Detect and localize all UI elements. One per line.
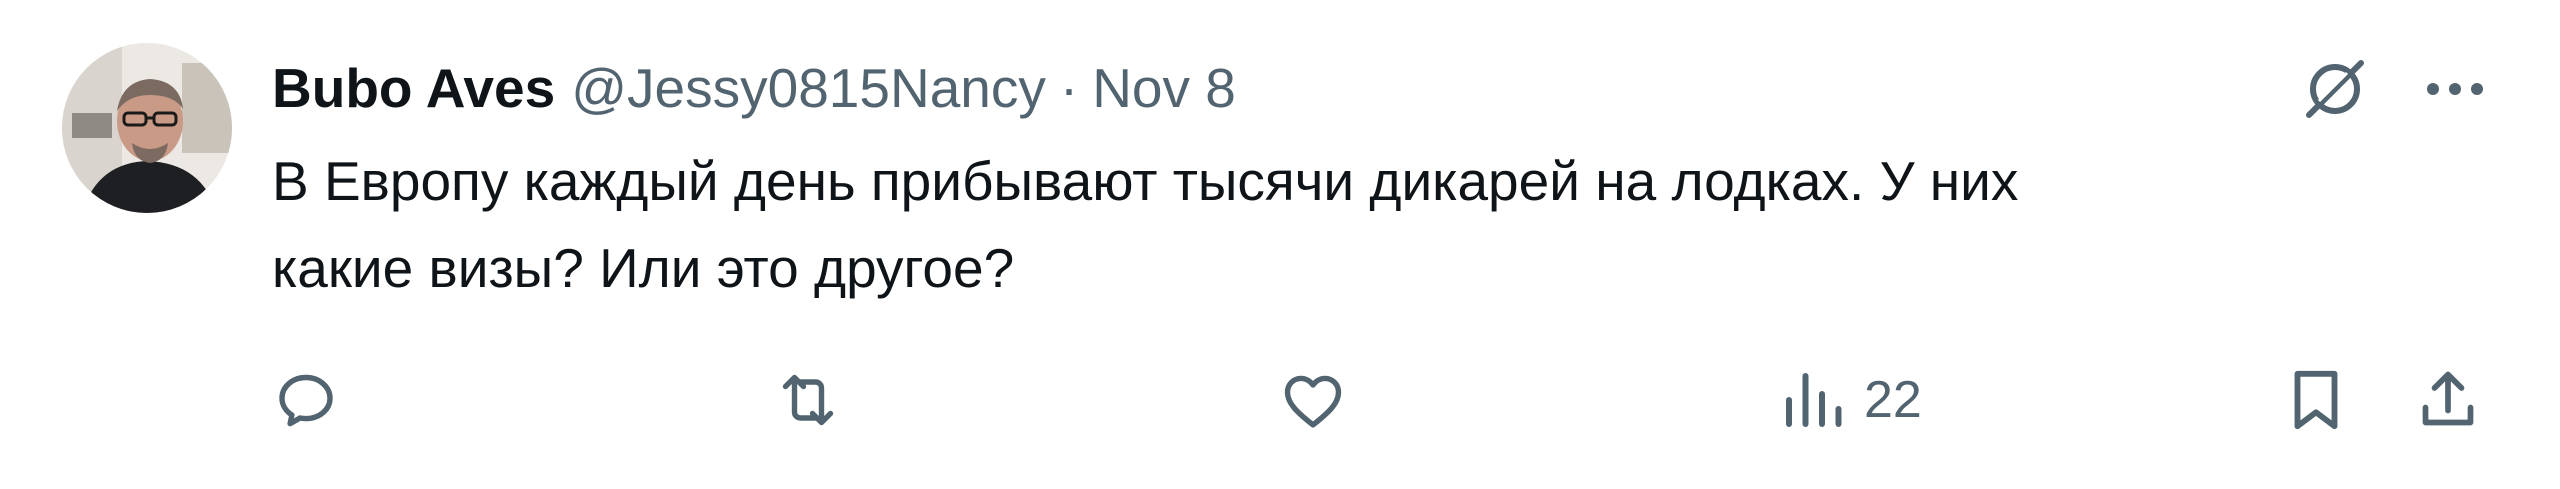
share-icon bbox=[2422, 371, 2474, 426]
grok-button[interactable] bbox=[2290, 44, 2380, 134]
bookmark-icon bbox=[2294, 370, 2338, 430]
display-name[interactable]: Bubo Aves bbox=[272, 48, 555, 128]
avatar[interactable] bbox=[62, 43, 232, 213]
retweet-icon bbox=[782, 374, 834, 426]
tweet-header: Bubo Aves @Jessy0815Nancy · Nov 8 bbox=[272, 48, 1236, 128]
views-count: 22 bbox=[1864, 371, 1922, 429]
user-handle[interactable]: @Jessy0815Nancy bbox=[571, 48, 1046, 128]
more-button[interactable] bbox=[2410, 44, 2500, 134]
bookmark-button[interactable] bbox=[2282, 355, 2350, 445]
reply-button[interactable] bbox=[270, 355, 360, 445]
timestamp[interactable]: Nov 8 bbox=[1092, 48, 1236, 128]
header-separator: · bbox=[1059, 57, 1079, 119]
grok-icon bbox=[2306, 60, 2364, 118]
share-button[interactable] bbox=[2412, 355, 2484, 445]
more-horizontal-icon bbox=[2427, 83, 2483, 95]
views-button[interactable]: 22 bbox=[1780, 355, 1922, 445]
retweet-button[interactable] bbox=[770, 355, 864, 445]
heart-icon bbox=[1284, 375, 1342, 428]
tweet-card[interactable]: Bubo Aves @Jessy0815Nancy · Nov 8 В Евро… bbox=[0, 0, 2560, 489]
reply-icon bbox=[279, 374, 333, 427]
avatar-image bbox=[62, 43, 232, 213]
analytics-icon bbox=[1786, 373, 1842, 427]
tweet-text: В Европу каждый день прибывают тысячи ди… bbox=[272, 150, 2019, 299]
tweet-actions-bar: 22 bbox=[0, 355, 2560, 445]
like-button[interactable] bbox=[1275, 355, 1369, 445]
